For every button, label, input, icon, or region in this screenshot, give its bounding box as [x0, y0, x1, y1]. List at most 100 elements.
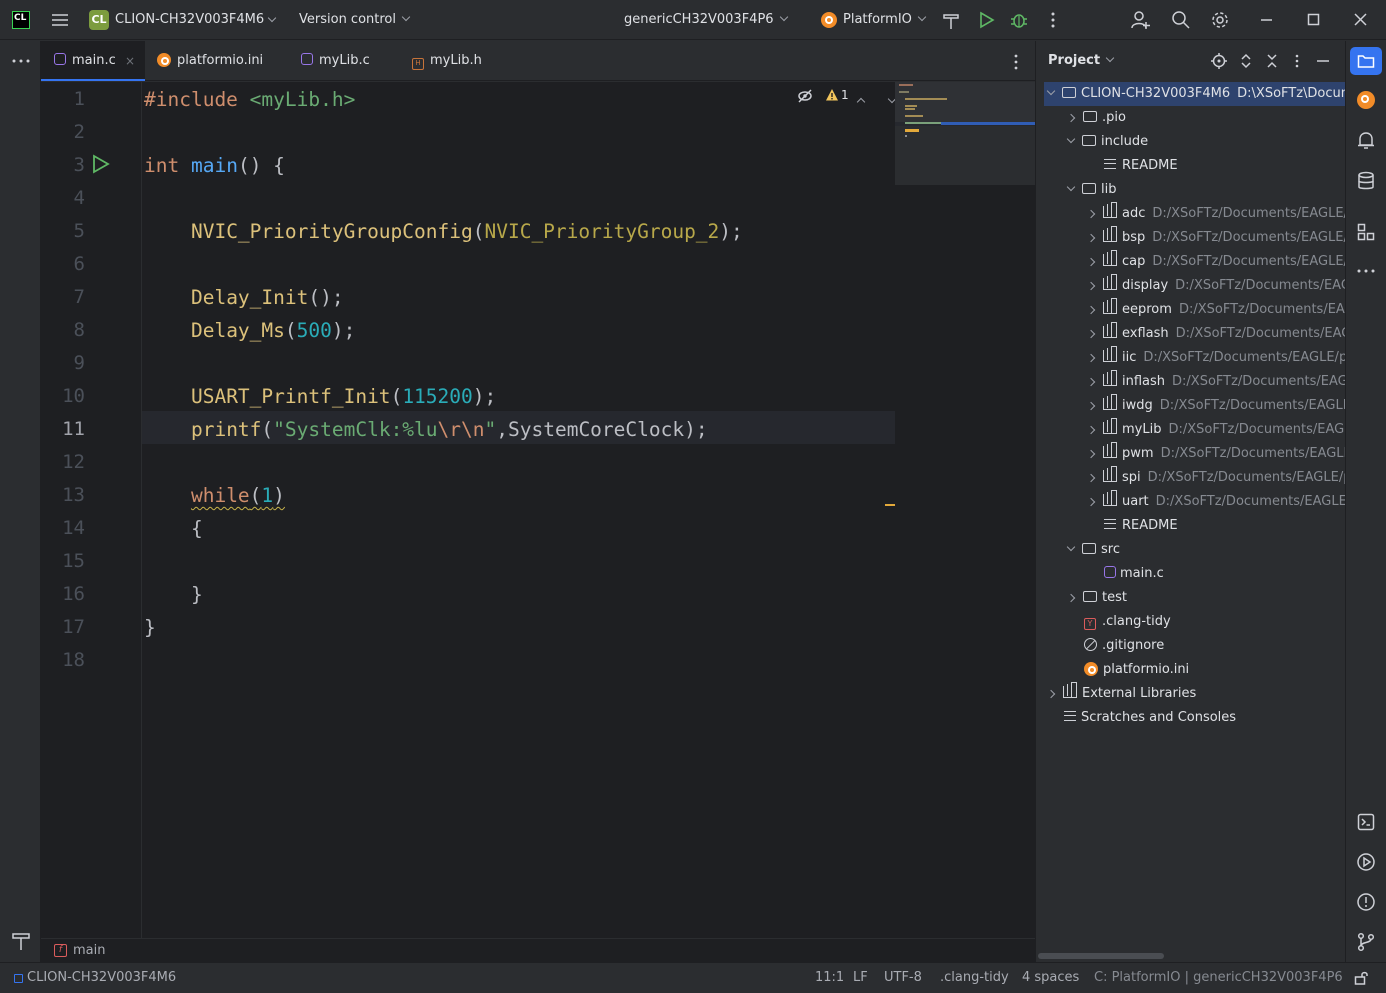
code-minimap[interactable]: [895, 82, 1035, 185]
tree-item-root[interactable]: CLION-CH32V003F4M6 D:\XSoFTz\Docum: [1046, 82, 1345, 106]
locate-file-icon[interactable]: [1211, 53, 1227, 69]
platformio-icon: [821, 12, 837, 28]
project-view-selector[interactable]: Project: [1048, 53, 1115, 68]
tab-platformio-ini[interactable]: platformio.ini: [157, 41, 263, 81]
more-tools-icon[interactable]: [1356, 267, 1376, 275]
status-encoding[interactable]: UTF-8: [884, 970, 922, 985]
tree-item-library[interactable]: iwdg D:/XSoFTz/Documents/EAGLE: [1086, 394, 1345, 418]
options-more-icon[interactable]: [1292, 53, 1302, 69]
previous-highlight-icon[interactable]: [856, 97, 866, 107]
gear-icon[interactable]: [1210, 10, 1230, 30]
tree-item-library[interactable]: eeprom D:/XSoFTz/Documents/EAG: [1086, 298, 1345, 322]
warning-count[interactable]: 1: [841, 88, 849, 102]
code-line-10: USART_Printf_Init(115200);: [190, 385, 497, 408]
status-project-name[interactable]: CLION-CH32V003F4M6: [27, 970, 176, 985]
more-icon[interactable]: [1047, 11, 1059, 29]
tree-item-external-libraries[interactable]: External Libraries: [1046, 682, 1196, 706]
tree-item-library[interactable]: uart D:/XSoFTz/Documents/EAGLE/: [1086, 490, 1345, 514]
platformio-icon[interactable]: [1357, 91, 1375, 109]
build-hammer-icon[interactable]: [11, 931, 31, 951]
vcs-widget[interactable]: Version control: [299, 12, 411, 27]
tree-item-readme[interactable]: README: [1104, 154, 1178, 178]
status-linter[interactable]: .clang-tidy: [940, 970, 1009, 985]
line-number: 2: [73, 121, 85, 143]
tree-item-test[interactable]: test: [1066, 586, 1127, 610]
search-icon[interactable]: [1171, 10, 1191, 30]
add-user-icon[interactable]: [1131, 10, 1151, 30]
run-gutter-icon[interactable]: [91, 154, 111, 174]
run-services-icon[interactable]: [1356, 852, 1376, 872]
tree-item-include[interactable]: include: [1066, 130, 1148, 154]
tree-item-pio[interactable]: .pio: [1066, 106, 1126, 130]
chevron-right-icon: [1086, 449, 1096, 459]
tree-item-library[interactable]: inflash D:/XSoFTz/Documents/EAGL: [1086, 370, 1345, 394]
tree-item-scratches[interactable]: Scratches and Consoles: [1064, 706, 1236, 730]
chevron-down-icon: [267, 13, 277, 23]
tree-item-main-c[interactable]: main.c: [1104, 562, 1164, 586]
debug-bug-icon[interactable]: [1010, 11, 1028, 29]
text-file-icon: [1104, 519, 1116, 529]
chevron-down-icon: [401, 12, 411, 22]
tree-item-library[interactable]: exflash D:/XSoFTz/Documents/EAG: [1086, 322, 1345, 346]
tree-item-lib[interactable]: lib: [1066, 178, 1116, 202]
tab-mylib-c[interactable]: myLib.c: [301, 41, 370, 81]
status-context[interactable]: C: PlatformIO | genericCH32V003F4P6: [1094, 970, 1343, 985]
tree-item-library[interactable]: pwm D:/XSoFTz/Documents/EAGLE: [1086, 442, 1345, 466]
tree-item-library[interactable]: cap D:/XSoFTz/Documents/EAGLE/p: [1086, 250, 1345, 274]
platformio-icon: [157, 53, 171, 67]
database-icon[interactable]: [1357, 171, 1375, 191]
code-line-14: {: [190, 517, 203, 540]
hide-panel-icon[interactable]: [1316, 53, 1330, 69]
warning-stripe-marker[interactable]: [885, 504, 895, 506]
collapse-all-icon[interactable]: [1265, 53, 1279, 69]
tab-main-c[interactable]: main.c ×: [41, 41, 145, 81]
tab-options-icon[interactable]: [1010, 53, 1022, 71]
chevron-down-icon: [779, 12, 788, 22]
hamburger-menu-icon[interactable]: [51, 12, 69, 28]
horizontal-scrollbar[interactable]: [1038, 953, 1164, 959]
line-number: 16: [62, 583, 85, 605]
notifications-bell-icon[interactable]: [1357, 131, 1375, 151]
reader-mode-eye-icon[interactable]: [797, 89, 813, 103]
problems-icon[interactable]: [1356, 892, 1376, 912]
run-config-selector[interactable]: genericCH32V003F4P6: [624, 12, 788, 27]
git-branch-icon[interactable]: [1357, 932, 1375, 952]
tree-item-library[interactable]: myLib D:/XSoFTz/Documents/EAGL: [1086, 418, 1345, 442]
terminal-icon[interactable]: [1357, 813, 1375, 831]
tree-item-clang-tidy[interactable]: Y .clang-tidy: [1084, 610, 1171, 634]
lock-icon[interactable]: [1354, 971, 1368, 985]
close-icon[interactable]: [1354, 13, 1368, 27]
tree-item-library[interactable]: iic D:/XSoFTz/Documents/EAGLE/pr: [1086, 346, 1345, 370]
tree-item-platformio-ini[interactable]: platformio.ini: [1084, 658, 1189, 682]
text-file-icon: [1104, 159, 1116, 169]
status-indent[interactable]: 4 spaces: [1022, 970, 1079, 985]
code-editor[interactable]: 1 2 3 4 5 6 7 8 9 10 11 12 13 14 15 16 1…: [41, 82, 1035, 938]
structure-icon[interactable]: [1357, 223, 1375, 241]
maximize-icon[interactable]: [1307, 13, 1321, 27]
tree-item-library[interactable]: bsp D:/XSoFTz/Documents/EAGLE/: [1086, 226, 1345, 250]
tab-mylib-h[interactable]: HmyLib.h: [412, 41, 482, 81]
minimize-icon[interactable]: [1260, 14, 1274, 26]
library-icon: [1103, 202, 1117, 218]
run-icon[interactable]: [977, 11, 995, 29]
close-tab-icon[interactable]: ×: [125, 41, 135, 81]
build-hammer-icon[interactable]: [942, 12, 960, 30]
breadcrumb-function[interactable]: main: [73, 943, 105, 958]
code-line-3: int main() {: [144, 154, 285, 177]
folder-icon: [1082, 135, 1096, 146]
line-number: 6: [73, 253, 85, 275]
status-caret-position[interactable]: 11:1: [815, 970, 844, 985]
warning-icon[interactable]: [825, 88, 839, 102]
status-line-ending[interactable]: LF: [853, 970, 868, 985]
chevron-right-icon: [1086, 305, 1096, 315]
more-tools-icon[interactable]: [11, 57, 31, 65]
ignore-file-icon: [1084, 638, 1097, 651]
tree-item-library[interactable]: spi D:/XSoFTz/Documents/EAGLE/p: [1086, 466, 1345, 490]
expand-all-icon[interactable]: [1239, 53, 1253, 69]
tree-item-gitignore[interactable]: .gitignore: [1084, 634, 1164, 658]
tree-item-library[interactable]: adc D:/XSoFTz/Documents/EAGLE/p: [1086, 202, 1345, 226]
tree-item-readme[interactable]: README: [1104, 514, 1178, 538]
tree-item-src[interactable]: src: [1066, 538, 1120, 562]
tree-item-library[interactable]: display D:/XSoFTz/Documents/EAG: [1086, 274, 1345, 298]
platformio-selector[interactable]: PlatformIO: [843, 12, 927, 27]
